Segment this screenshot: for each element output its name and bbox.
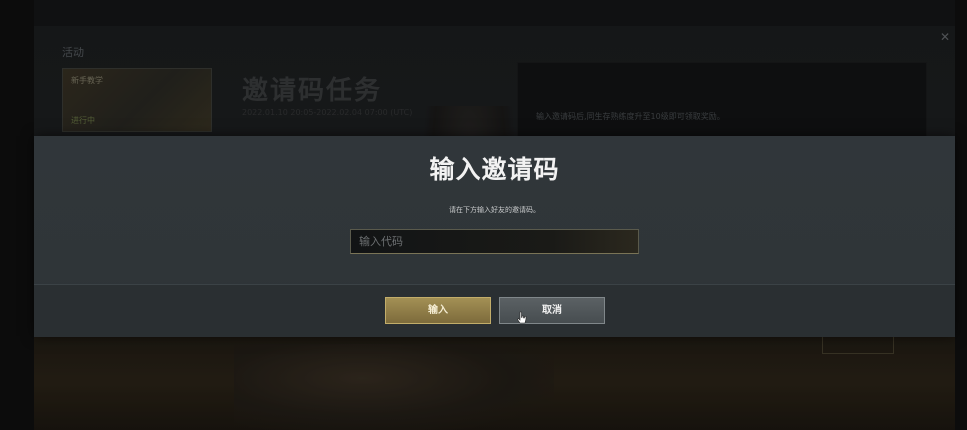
confirm-button[interactable]: 输入 (385, 297, 491, 324)
top-bar (34, 0, 955, 26)
invite-code-input[interactable] (350, 229, 639, 254)
dialog-description: 请在下方输入好友的邀请码。 (449, 206, 540, 214)
dialog-footer: 输入 取消 (34, 284, 955, 337)
dialog-title: 输入邀请码 (429, 155, 560, 184)
cancel-button[interactable]: 取消 (499, 297, 605, 324)
pointer-cursor-icon (517, 311, 527, 324)
invite-code-dialog: 输入邀请码 请在下方输入好友的邀请码。 输入 取消 (34, 136, 955, 337)
dialog-body: 输入邀请码 请在下方输入好友的邀请码。 (34, 136, 955, 284)
